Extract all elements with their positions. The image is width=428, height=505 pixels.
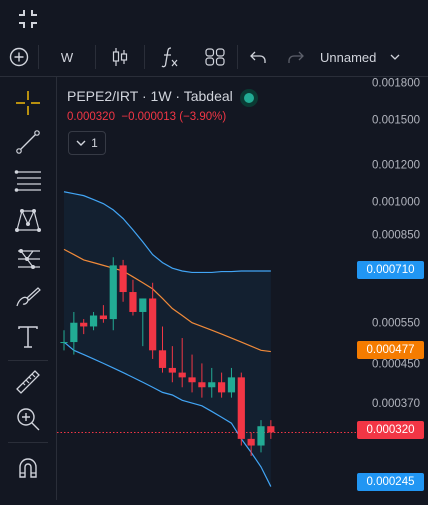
brush-tool[interactable] bbox=[8, 280, 48, 316]
undo-icon bbox=[250, 51, 266, 63]
templates-button[interactable] bbox=[193, 38, 237, 76]
y-tick-label: 0.001800 bbox=[372, 78, 420, 90]
candle bbox=[218, 382, 226, 393]
redo-button[interactable] bbox=[278, 38, 314, 76]
legend-values: 0.000320 −0.000013 (−3.90%) bbox=[67, 111, 233, 123]
candle bbox=[129, 292, 137, 312]
candle bbox=[267, 426, 275, 433]
candle bbox=[257, 426, 265, 446]
undo-button[interactable] bbox=[238, 38, 278, 76]
candle bbox=[89, 315, 98, 327]
candle bbox=[158, 350, 167, 368]
chevron-down-icon bbox=[76, 140, 86, 146]
add-symbol-button[interactable] bbox=[0, 38, 38, 76]
top-bar bbox=[0, 0, 428, 38]
candle bbox=[227, 377, 236, 393]
middle-band-price-tag: 0.000477 bbox=[357, 341, 424, 359]
layout-grid-icon bbox=[205, 48, 225, 66]
legend-separator: · bbox=[141, 88, 147, 104]
exit-fullscreen-icon[interactable] bbox=[18, 9, 38, 29]
indicator-count: 1 bbox=[91, 136, 98, 150]
last-price-tag: 0.000320 bbox=[357, 421, 424, 439]
plus-circle-icon bbox=[9, 47, 29, 67]
magnet-icon bbox=[19, 458, 37, 478]
chart-legend: PEPE2/IRT · 1W · Tabdeal 0.000320 −0.000… bbox=[67, 88, 233, 123]
interval-button[interactable]: W bbox=[39, 38, 95, 76]
change-value: −0.000013 (−3.90%) bbox=[121, 111, 227, 123]
candle bbox=[109, 265, 117, 320]
redo-icon bbox=[288, 51, 304, 63]
lower-band-price-tag: 0.000245 bbox=[357, 473, 424, 491]
symbol-exchange: Tabdeal bbox=[183, 88, 233, 104]
candle bbox=[178, 372, 186, 378]
layout-name-button[interactable]: Unnamed bbox=[314, 38, 410, 76]
magnet-tool[interactable] bbox=[8, 450, 48, 486]
indicators-button[interactable] bbox=[145, 38, 193, 76]
candle bbox=[188, 377, 196, 383]
candle bbox=[60, 342, 68, 344]
fib-levels-icon bbox=[14, 170, 41, 192]
y-tick-label: 0.001200 bbox=[372, 160, 420, 172]
layout-name: Unnamed bbox=[320, 49, 377, 65]
brush-icon bbox=[16, 287, 41, 307]
zoom-tool[interactable] bbox=[8, 401, 48, 437]
symbol-name: PEPE2/IRT bbox=[67, 88, 139, 104]
crosshair-tool[interactable] bbox=[8, 85, 48, 121]
legend-separator: · bbox=[175, 88, 181, 104]
middle-band-price: 0.000477 bbox=[366, 344, 415, 356]
candle bbox=[99, 315, 107, 320]
candle bbox=[237, 377, 245, 439]
trend-line-tool[interactable] bbox=[8, 124, 48, 160]
y-tick-label: 0.000450 bbox=[372, 358, 420, 370]
pattern-tool[interactable] bbox=[8, 202, 48, 238]
indicators-toggle-button[interactable]: 1 bbox=[68, 131, 106, 155]
chevron-down-icon bbox=[390, 54, 400, 60]
tool-divider bbox=[8, 442, 48, 443]
market-status-icon[interactable] bbox=[240, 89, 258, 107]
candle bbox=[119, 265, 127, 293]
last-price: 0.000320 bbox=[366, 424, 415, 436]
legend-title[interactable]: PEPE2/IRT · 1W · Tabdeal bbox=[67, 88, 233, 104]
candle bbox=[139, 298, 147, 312]
measure-tool[interactable] bbox=[8, 364, 48, 400]
zoom-in-icon bbox=[17, 408, 40, 431]
band-fill bbox=[64, 191, 271, 487]
drawing-toolbar bbox=[0, 76, 57, 500]
ruler-icon bbox=[16, 370, 40, 394]
y-tick-label: 0.001000 bbox=[372, 197, 420, 209]
lower-band-price: 0.000245 bbox=[366, 476, 415, 488]
text-tool[interactable] bbox=[8, 319, 48, 355]
candle bbox=[247, 438, 255, 446]
chart-toolbar: W Unnamed bbox=[0, 38, 428, 77]
tool-divider bbox=[8, 360, 48, 361]
text-icon bbox=[18, 326, 38, 348]
candle bbox=[168, 367, 176, 373]
forecast-tool[interactable] bbox=[8, 241, 48, 277]
forecast-icon bbox=[18, 249, 40, 269]
y-tick-label: 0.000550 bbox=[372, 318, 420, 330]
upper-band-price: 0.000710 bbox=[366, 264, 415, 276]
crosshair-icon bbox=[16, 91, 40, 115]
y-tick-label: 0.000850 bbox=[372, 230, 420, 242]
candle bbox=[80, 322, 88, 327]
candles-icon bbox=[112, 48, 128, 66]
candle bbox=[198, 382, 206, 388]
fib-tool[interactable] bbox=[8, 163, 48, 199]
trend-line-icon bbox=[16, 130, 40, 154]
function-icon bbox=[161, 47, 178, 68]
upper-band-price-tag: 0.000710 bbox=[357, 261, 424, 279]
candle bbox=[208, 382, 216, 388]
chart-type-button[interactable] bbox=[96, 38, 144, 76]
symbol-interval: 1W bbox=[150, 88, 172, 104]
interval-label: W bbox=[60, 49, 74, 65]
candle bbox=[149, 298, 157, 351]
pattern-icon bbox=[15, 209, 41, 232]
candle bbox=[70, 322, 78, 343]
last-close-value: 0.000320 bbox=[67, 111, 115, 123]
y-tick-label: 0.001500 bbox=[372, 114, 420, 126]
y-tick-label: 0.000370 bbox=[372, 398, 420, 410]
